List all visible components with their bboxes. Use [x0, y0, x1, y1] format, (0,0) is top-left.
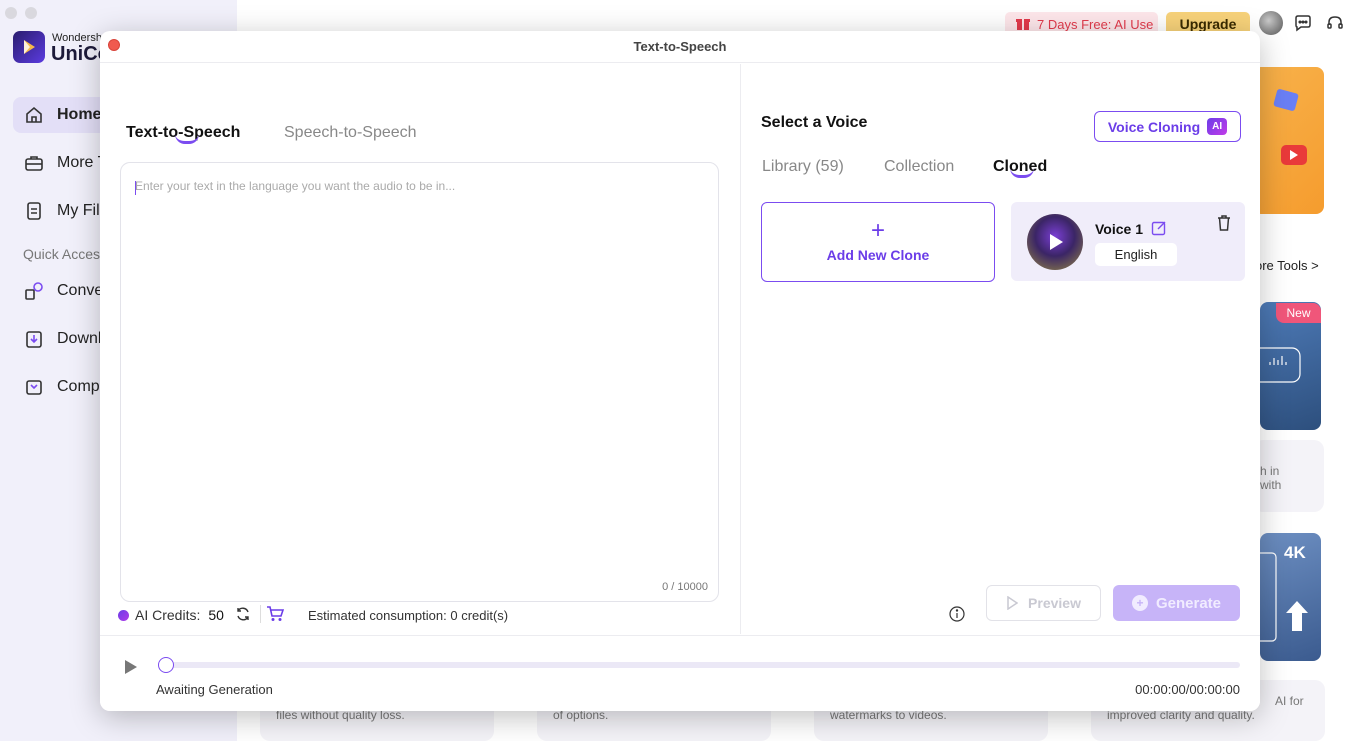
window-minimize-dot[interactable]	[25, 7, 37, 19]
voice-select-pane: Select a Voice Voice Cloning AI Library …	[740, 64, 1260, 634]
promo-text: 7 Days Free: AI Use	[1037, 16, 1154, 32]
voice-cloning-label: Voice Cloning	[1107, 118, 1201, 135]
sparkle-icon: +	[1131, 595, 1148, 611]
text-input-box: 0 / 10000	[120, 162, 719, 602]
dialog-titlebar: Text-to-Speech	[100, 31, 1260, 63]
more-tools-link[interactable]: ore Tools >	[1255, 259, 1319, 273]
generate-label: Generate	[1155, 594, 1222, 612]
generation-status: Awaiting Generation	[156, 682, 273, 697]
headset-icon[interactable]	[1325, 13, 1345, 33]
estimated-consumption: Estimated consumption: 0 credit(s)	[308, 608, 509, 623]
trash-icon[interactable]	[1215, 214, 1233, 232]
sidebar-item-label: Conve	[57, 282, 104, 299]
download-icon	[23, 328, 45, 350]
select-voice-heading: Select a Voice	[761, 114, 868, 131]
info-icon[interactable]	[949, 606, 965, 622]
convert-icon	[23, 280, 45, 302]
quick-access-heading: Quick Acces	[23, 246, 101, 262]
compress-icon	[23, 376, 45, 398]
add-clone-label: Add New Clone	[826, 247, 930, 263]
action-bar: AI Credits: 50 Estimated consumption: 0 …	[100, 585, 1260, 635]
audio-player: Awaiting Generation 00:00:00/00:00:00	[100, 635, 1260, 711]
voice-language-badge: English	[1095, 243, 1177, 266]
toolbox-icon	[23, 152, 45, 174]
text-input[interactable]	[135, 179, 705, 569]
text-input-pane: Text-to-Speech Speech-to-Speech 0 / 1000…	[100, 64, 740, 634]
sidebar-item-label: My Fil	[57, 202, 100, 219]
voice-name: Voice 1	[1095, 221, 1143, 237]
plus-icon: +	[870, 217, 885, 244]
new-badge: New	[1276, 303, 1321, 323]
char-count: 0 / 10000	[662, 581, 708, 593]
add-new-clone-button[interactable]: + Add New Clone	[761, 202, 995, 282]
credits-label: AI Credits:	[135, 607, 201, 623]
play-icon	[1050, 234, 1063, 250]
file-icon	[23, 200, 45, 222]
card-desc-line: h in	[1260, 464, 1280, 478]
voice-card[interactable]: Voice 1 English	[1011, 202, 1245, 281]
app-logo-icon	[13, 31, 45, 63]
progress-knob[interactable]	[158, 657, 174, 673]
tab-speech-to-speech[interactable]: Speech-to-Speech	[284, 124, 417, 142]
message-icon[interactable]	[1293, 13, 1313, 33]
refresh-icon[interactable]	[235, 606, 251, 622]
text-to-speech-dialog: Text-to-Speech Text-to-Speech Speech-to-…	[100, 31, 1260, 711]
tool-card-image[interactable]	[1253, 67, 1324, 214]
active-tab-indicator	[1010, 168, 1034, 178]
dialog-close-button[interactable]	[108, 39, 120, 51]
tab-library[interactable]: Library (59)	[762, 158, 844, 176]
card-desc-line: AI for	[1275, 694, 1304, 708]
cart-icon[interactable]	[266, 606, 284, 622]
home-icon	[23, 104, 45, 126]
play-outline-icon	[1007, 596, 1019, 610]
ai-badge: AI	[1207, 118, 1228, 135]
voice-cloning-button[interactable]: Voice Cloning AI	[1094, 111, 1241, 142]
preview-label: Preview	[1028, 595, 1081, 611]
voice-avatar[interactable]	[1027, 214, 1083, 270]
playback-time: 00:00:00/00:00:00	[1135, 682, 1240, 697]
dialog-title: Text-to-Speech	[633, 39, 727, 54]
active-tab-indicator	[175, 134, 199, 144]
play-icon[interactable]	[122, 659, 138, 675]
user-avatar[interactable]	[1259, 11, 1283, 35]
sidebar-item-label: Home	[57, 106, 102, 123]
edit-icon[interactable]	[1151, 220, 1167, 236]
credits-value: 50	[208, 607, 224, 623]
ai-credits: AI Credits: 50	[118, 607, 224, 623]
credits-icon	[118, 609, 129, 621]
window-close-dot[interactable]	[5, 7, 17, 19]
4k-badge: 4K	[1284, 543, 1306, 562]
progress-track[interactable]	[160, 662, 1240, 668]
tab-collection[interactable]: Collection	[884, 158, 954, 176]
sidebar-item-label: Downl	[57, 330, 102, 347]
preview-button[interactable]: Preview	[986, 585, 1101, 621]
generate-button[interactable]: + Generate	[1113, 585, 1240, 621]
card-desc-line: with	[1260, 478, 1282, 492]
sidebar-item-label: Comp	[57, 378, 100, 395]
divider	[260, 605, 261, 623]
